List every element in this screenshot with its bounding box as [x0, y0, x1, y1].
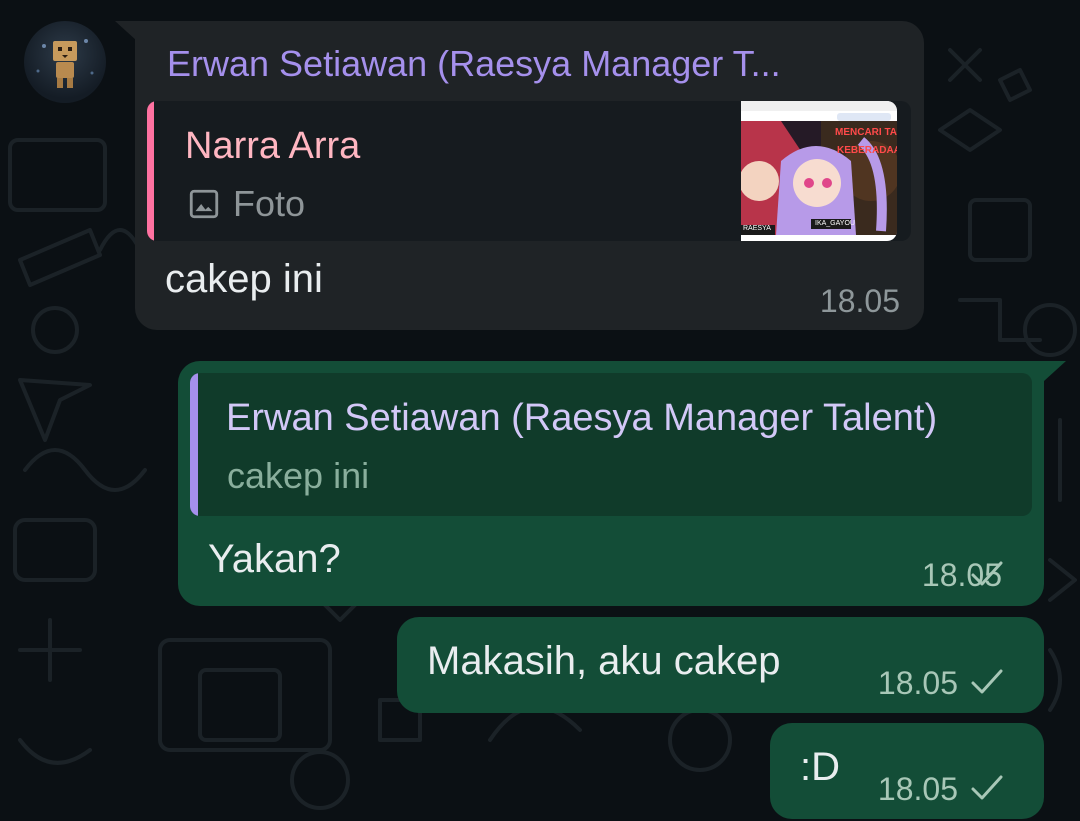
thumbnail-caption-2: KEBERADAA	[837, 145, 897, 156]
reply-media-label: Foto	[187, 183, 305, 225]
sender-name[interactable]: Erwan Setiawan (Raesya Manager T...	[167, 43, 887, 85]
message-text: Makasih, aku cakep	[427, 639, 781, 683]
reply-quote[interactable]: Erwan Setiawan (Raesya Manager Talent) c…	[190, 373, 1032, 516]
check-icon	[971, 669, 1003, 694]
thumbnail-caption-3: RAESYA	[743, 225, 771, 232]
photo-icon	[189, 189, 219, 219]
bubble-tail	[115, 21, 137, 41]
reply-author: Narra Arra	[185, 125, 361, 167]
reply-accent-bar	[147, 101, 154, 241]
message-time: 18.05	[819, 283, 900, 319]
thumbnail-caption-1: MENCARI TA	[835, 127, 897, 138]
message-text: cakep ini	[165, 257, 323, 301]
thumbnail-caption-4: IKA_GAYOU	[815, 220, 855, 227]
incoming-message-bubble[interactable]: Erwan Setiawan (Raesya Manager T... Narr…	[135, 21, 924, 330]
outgoing-message-bubble[interactable]: Erwan Setiawan (Raesya Manager Talent) c…	[178, 361, 1044, 606]
outgoing-message-bubble[interactable]: Makasih, aku cakep 18.05	[397, 617, 1044, 713]
reply-quote[interactable]: Narra Arra Foto MENCARI TA KEBERADAA RAE…	[147, 101, 911, 241]
reply-accent-bar	[190, 373, 198, 516]
bubble-tail	[1044, 361, 1066, 381]
check-icon	[971, 561, 1003, 586]
message-text: :D	[800, 745, 840, 789]
message-time: 18.05	[877, 665, 958, 701]
message-text: Yakan?	[208, 537, 341, 581]
reply-media-type: Foto	[233, 183, 306, 224]
danbo-figure-icon	[36, 39, 94, 88]
check-icon	[971, 775, 1003, 800]
reply-thumbnail[interactable]: MENCARI TA KEBERADAA RAESYA IKA_GAYOU	[741, 101, 897, 241]
message-time: 18.05	[877, 771, 958, 807]
outgoing-message-bubble[interactable]: :D 18.05	[770, 723, 1044, 819]
reply-text: cakep ini	[227, 455, 370, 496]
sender-avatar[interactable]	[24, 21, 106, 103]
reply-author: Erwan Setiawan (Raesya Manager Talent)	[226, 397, 938, 439]
